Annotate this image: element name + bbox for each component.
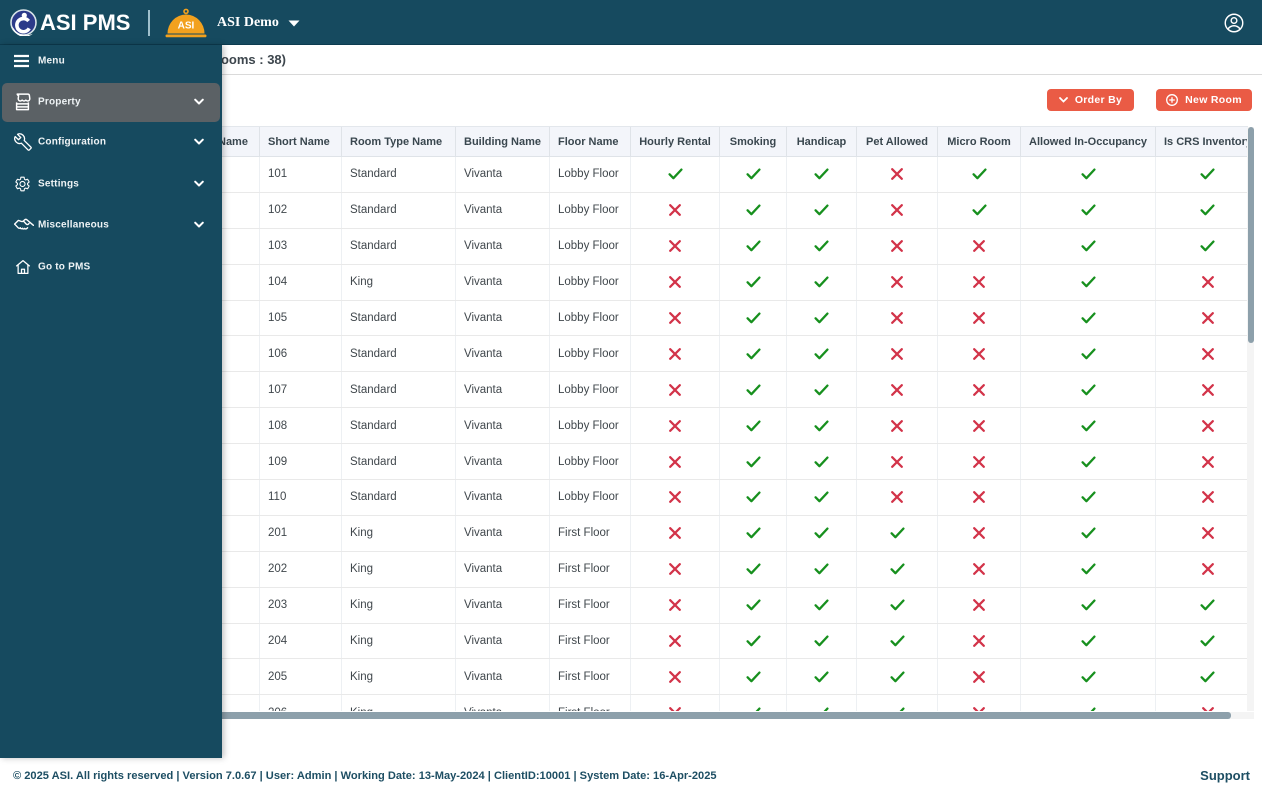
svg-text:ASI: ASI [178,21,195,32]
